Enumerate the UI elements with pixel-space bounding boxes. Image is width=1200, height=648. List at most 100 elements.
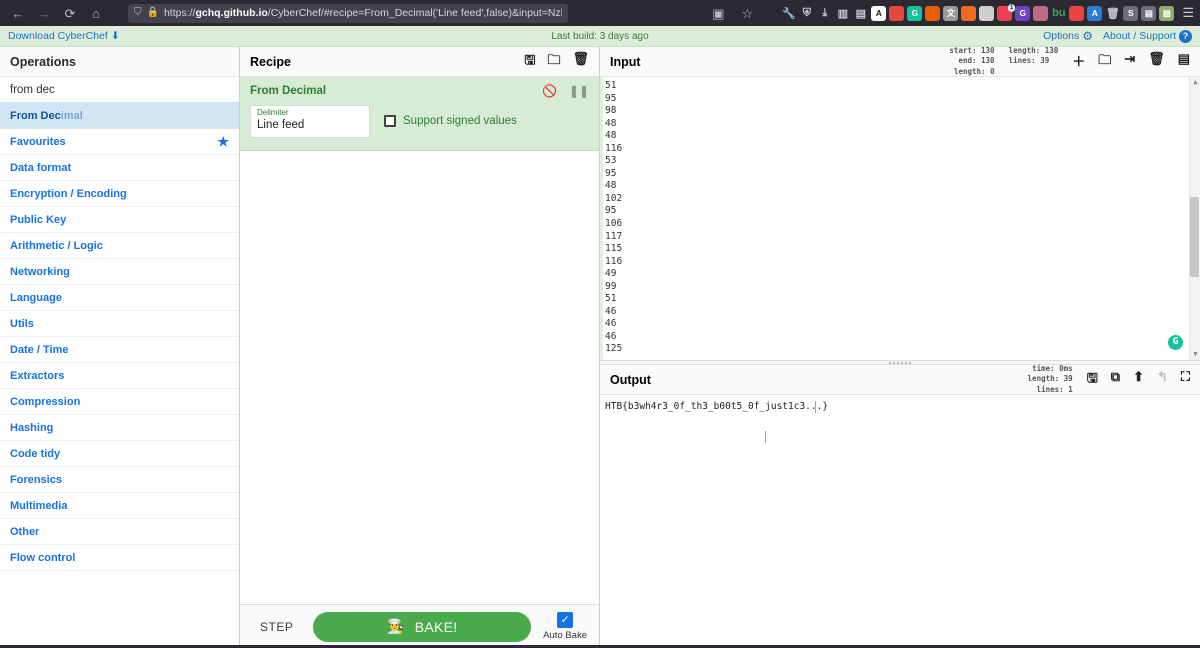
auto-bake-checkbox[interactable]: ✓ bbox=[557, 612, 574, 628]
scroll-up-icon[interactable]: ▲ bbox=[1190, 77, 1200, 88]
maximize-icon[interactable]: ⛶ bbox=[1181, 369, 1190, 391]
auto-bake-control[interactable]: ✓ Auto Bake bbox=[543, 612, 587, 641]
operation-category-hashing[interactable]: Hashing bbox=[0, 415, 239, 441]
copy-output-icon[interactable]: ⧉ bbox=[1111, 369, 1120, 391]
operation-category-utils[interactable]: Utils bbox=[0, 311, 239, 337]
recipe-operation-from-decimal[interactable]: From Decimal 🚫 ❚❚ Delimiter Line feed Su… bbox=[240, 77, 599, 151]
download-extension[interactable]: ⤓ bbox=[817, 6, 832, 21]
pocket-extension[interactable]: 1 bbox=[997, 3, 1016, 21]
add-input-icon[interactable]: ＋ bbox=[1072, 51, 1085, 73]
reload-icon[interactable]: ⟳ bbox=[58, 2, 82, 24]
shield-extension[interactable]: ⛨ bbox=[799, 6, 814, 21]
open-folder-icon[interactable]: 🗀 bbox=[1098, 51, 1111, 73]
wrench-extension[interactable]: 🔧 bbox=[781, 6, 796, 21]
library-extension[interactable]: ▥ bbox=[835, 6, 850, 21]
adp-extension[interactable] bbox=[889, 5, 905, 21]
bake-button[interactable]: 👨‍🍳 BAKE! bbox=[313, 611, 532, 642]
alarm-extension[interactable] bbox=[1069, 5, 1085, 21]
save-output-icon[interactable]: 🖫 bbox=[1087, 369, 1098, 391]
shield-icon: ⛉ bbox=[134, 7, 142, 18]
operation-category-public-key[interactable]: Public Key bbox=[0, 207, 239, 233]
back-icon[interactable]: ← bbox=[6, 2, 30, 24]
disable-operation-icon[interactable]: 🚫 bbox=[542, 84, 557, 98]
operation-category-data-format[interactable]: Data format bbox=[0, 155, 239, 181]
translate-extension[interactable]: 文 bbox=[943, 5, 959, 21]
bookmark-icon[interactable]: ☆ bbox=[735, 2, 759, 24]
operation-result-from-decimal[interactable]: From Dec imal bbox=[0, 103, 239, 129]
input-line: 125 bbox=[605, 343, 623, 355]
tab-layout-icon[interactable]: ▤ bbox=[1178, 51, 1190, 73]
search-input[interactable] bbox=[0, 77, 239, 103]
undo-icon[interactable]: ↰ bbox=[1157, 369, 1168, 391]
open-file-icon[interactable]: ⇥ bbox=[1124, 51, 1135, 73]
home-icon[interactable]: ⌂ bbox=[84, 2, 108, 24]
operation-category-language[interactable]: Language bbox=[0, 285, 239, 311]
operation-category-code-tidy[interactable]: Code tidy bbox=[0, 441, 239, 467]
category-label: Language bbox=[10, 291, 62, 304]
bu-extension[interactable]: bu bbox=[1051, 6, 1066, 21]
input-scrollbar[interactable]: ▲ ▼ bbox=[1189, 77, 1200, 360]
input-line: 46 bbox=[605, 330, 617, 342]
output-textarea[interactable]: HTB{b3wh4r3_0f_th3_b00t5_0f_just1c3...} bbox=[600, 395, 1200, 648]
clear-input-icon[interactable]: 🗑 bbox=[1148, 51, 1165, 73]
download-cyberchef-link[interactable]: Download CyberChef ⬇ bbox=[8, 30, 120, 42]
category-label: Public Key bbox=[10, 213, 67, 226]
browser-menu-icon[interactable]: ☰ bbox=[1182, 5, 1194, 21]
chef-icon: 👨‍🍳 bbox=[387, 618, 405, 634]
auto-bake-label: Auto Bake bbox=[543, 630, 587, 641]
grammarly-extension[interactable]: G bbox=[907, 5, 923, 21]
save-recipe-icon[interactable]: 🖫 bbox=[524, 51, 535, 73]
support-signed-values-checkbox[interactable] bbox=[384, 115, 396, 128]
grammarly-badge[interactable]: G bbox=[1168, 335, 1183, 350]
url-bar[interactable]: ⛉ 🔒 https://gchq.github.io/CyberChef/#re… bbox=[128, 3, 568, 23]
clear-recipe-icon[interactable]: 🗑 bbox=[572, 51, 589, 73]
operation-category-forensics[interactable]: Forensics bbox=[0, 467, 239, 493]
recipe-panel: Recipe 🖫 🗀 🗑 From Decimal 🚫 ❚❚ Delimiter… bbox=[240, 47, 600, 648]
operation-category-date-time[interactable]: Date / Time bbox=[0, 337, 239, 363]
operation-category-other[interactable]: Other bbox=[0, 519, 239, 545]
step-button[interactable]: STEP bbox=[252, 620, 301, 634]
category-label: Compression bbox=[10, 395, 81, 408]
operation-category-extractors[interactable]: Extractors bbox=[0, 363, 239, 389]
operation-category-favourites[interactable]: Favourites ★ bbox=[0, 129, 239, 155]
support-signed-values-row[interactable]: Support signed values bbox=[384, 115, 517, 128]
flame-extension[interactable] bbox=[961, 5, 977, 21]
category-label: Hashing bbox=[10, 421, 54, 434]
operation-category-compression[interactable]: Compression bbox=[0, 389, 239, 415]
output-length-value: 39 bbox=[1063, 374, 1073, 384]
category-label: Favourites bbox=[10, 135, 66, 148]
replace-input-icon[interactable]: ⬆ bbox=[1133, 369, 1144, 391]
bubbles-extension[interactable] bbox=[1033, 5, 1049, 21]
bake-bar: STEP 👨‍🍳 BAKE! ✓ Auto Bake bbox=[240, 604, 599, 648]
firefox-extension[interactable] bbox=[925, 5, 941, 21]
notes-extension[interactable]: ▤ bbox=[1141, 5, 1157, 21]
avira-extension[interactable]: A bbox=[871, 5, 887, 21]
forward-icon[interactable]: → bbox=[32, 2, 56, 24]
trash-extension[interactable]: 🗑 bbox=[1105, 6, 1120, 21]
breakpoint-icon[interactable]: ❚❚ bbox=[569, 84, 589, 98]
purple-extension[interactable]: G bbox=[1015, 5, 1031, 21]
options-link[interactable]: Options ⚙ bbox=[1043, 29, 1093, 43]
sticky-extension[interactable]: ▨ bbox=[1159, 5, 1175, 21]
input-scroll-thumb[interactable] bbox=[1190, 197, 1199, 277]
about-support-link[interactable]: About / Support ? bbox=[1103, 29, 1192, 43]
cyberchef-app: ← → ⟳ ⌂ ⛉ 🔒 https://gchq.github.io/Cyber… bbox=[0, 0, 1200, 648]
translator-extension[interactable]: A bbox=[1087, 5, 1103, 21]
operation-category-arithmetic-logic[interactable]: Arithmetic / Logic bbox=[0, 233, 239, 259]
mouse-extension[interactable] bbox=[979, 5, 995, 21]
load-recipe-icon[interactable]: 🗀 bbox=[547, 51, 560, 73]
operation-category-networking[interactable]: Networking bbox=[0, 259, 239, 285]
delimiter-field[interactable]: Delimiter Line feed bbox=[250, 105, 370, 138]
io-panel: Input start: 130 end: 130 length: 0 leng… bbox=[600, 46, 1200, 648]
operation-category-flow-control[interactable]: Flow control bbox=[0, 545, 239, 571]
input-sel-length-label: length: bbox=[953, 66, 986, 76]
operation-category-multimedia[interactable]: Multimedia bbox=[0, 493, 239, 519]
category-label: Utils bbox=[10, 317, 34, 330]
operation-category-encryption-encoding[interactable]: Encryption / Encoding bbox=[0, 181, 239, 207]
input-textarea[interactable]: 51 95 98 48 48 116 53 95 48 102 95 106 117 115 116 49 99… bbox=[600, 77, 1200, 360]
sidebar-extension[interactable]: ▤ bbox=[853, 6, 868, 21]
gear-icon: ⚙ bbox=[1082, 29, 1094, 43]
scroll-down-icon[interactable]: ▼ bbox=[1190, 349, 1200, 360]
reader-view-icon[interactable]: ▣ bbox=[706, 2, 730, 24]
stripe-extension[interactable]: S bbox=[1123, 5, 1139, 21]
